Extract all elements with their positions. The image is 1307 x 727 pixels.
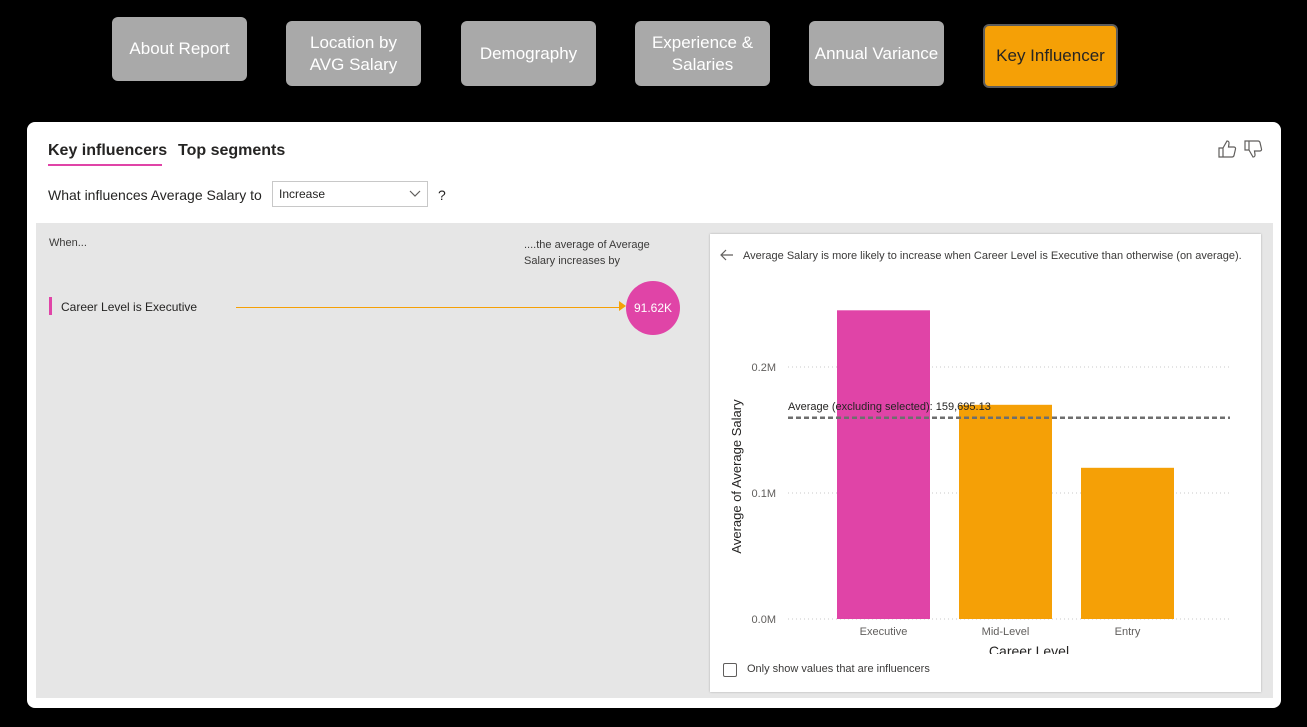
influencer-selected-marker xyxy=(49,297,52,315)
chevron-down-icon xyxy=(409,182,421,214)
x-tick-label: Entry xyxy=(1115,626,1141,638)
x-axis-title: Career Level xyxy=(989,643,1069,654)
nav-about-report-button[interactable]: About Report xyxy=(112,17,247,81)
influencers-area: When... ....the average of Average Salar… xyxy=(36,223,1273,698)
reference-line-label: Average (excluding selected): 159,695.13 xyxy=(788,401,991,413)
nav-demography-button[interactable]: Demography xyxy=(461,21,596,86)
influencer-label[interactable]: Career Level is Executive xyxy=(61,300,197,314)
question-label: What influences Average Salary to xyxy=(48,187,262,203)
tab-top-segments[interactable]: Top segments xyxy=(178,142,285,160)
when-label: When... xyxy=(49,237,87,249)
tab-key-influencers[interactable]: Key influencers xyxy=(48,142,167,160)
y-axis-title: Average of Average Salary xyxy=(729,399,744,554)
nav-location-button[interactable]: Location by AVG Salary xyxy=(286,21,421,86)
influencers-only-label: Only show values that are influencers xyxy=(747,663,930,675)
dropdown-value: Increase xyxy=(279,187,326,201)
nav-experience-button[interactable]: Experience & Salaries xyxy=(635,21,770,86)
y-tick-label: 0.1M xyxy=(752,488,776,500)
thumbs-up-icon[interactable] xyxy=(1217,140,1237,163)
bar xyxy=(959,404,1052,619)
x-tick-label: Mid-Level xyxy=(982,626,1030,638)
y-tick-label: 0.0M xyxy=(752,614,776,626)
influencer-connector-line xyxy=(236,307,622,308)
key-influencers-visual: Key influencers Top segments What influe… xyxy=(27,122,1281,708)
bar xyxy=(837,310,930,619)
thumbs-down-icon[interactable] xyxy=(1243,140,1263,163)
detail-panel: Average Salary is more likely to increas… xyxy=(710,234,1261,692)
nav-annual-variance-button[interactable]: Annual Variance xyxy=(809,21,944,86)
influencer-value-bubble[interactable]: 91.62K xyxy=(626,281,680,335)
arrow-right-icon xyxy=(619,301,626,311)
active-tab-underline xyxy=(48,164,162,166)
career-level-bar-chart: 0.0M 0.1M 0.2M Executive Mid-Level Entry Avera… xyxy=(729,310,1230,654)
bar xyxy=(1081,467,1174,619)
y-tick-label: 0.2M xyxy=(752,362,776,374)
nav-key-influencer-button[interactable]: Key Influencer xyxy=(983,24,1118,88)
influencers-only-checkbox[interactable] xyxy=(723,663,737,677)
x-tick-label: Executive xyxy=(860,626,908,638)
increase-label: ....the average of Average Salary increa… xyxy=(524,239,650,267)
question-mark: ? xyxy=(438,187,446,203)
increase-dropdown[interactable]: Increase xyxy=(272,181,428,207)
